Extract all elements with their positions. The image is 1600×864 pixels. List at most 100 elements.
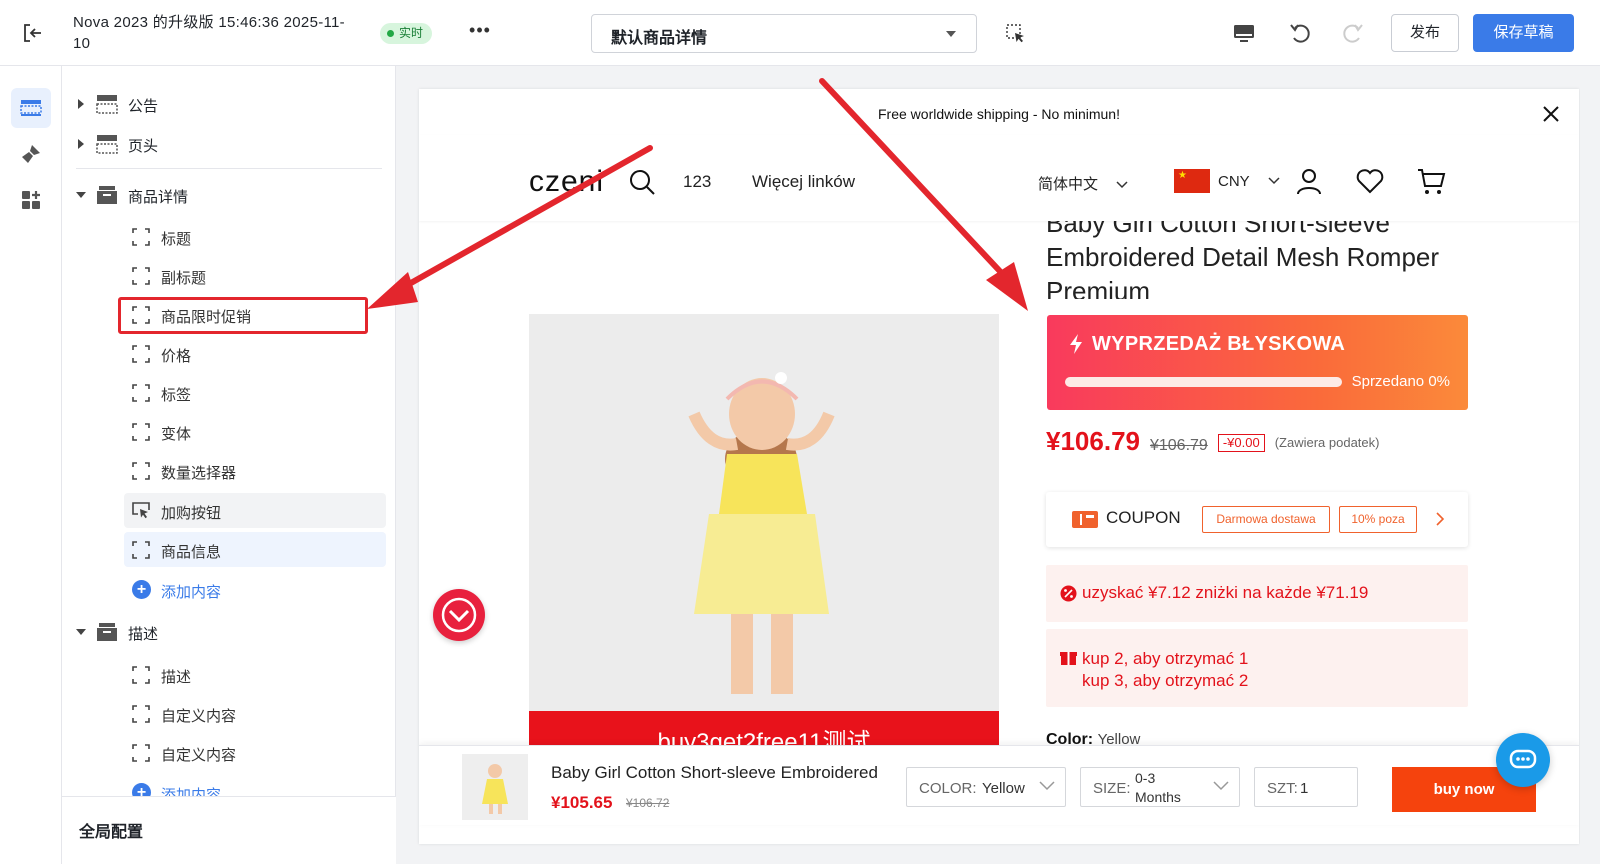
- tree-block-custom-content[interactable]: 自定义内容: [124, 696, 386, 731]
- coupon-card[interactable]: COUPON Darmowa dostawa 10% poza: [1046, 492, 1468, 547]
- add-content-button[interactable]: + 添加内容: [124, 572, 386, 607]
- chevron-down-icon: [946, 31, 956, 37]
- sticky-size-select[interactable]: SIZE: 0-3 Months: [1080, 767, 1240, 807]
- tree-block-tags[interactable]: 标签: [124, 375, 386, 410]
- tree-block-custom-content-2[interactable]: 自定义内容: [124, 735, 386, 770]
- tree-block-description[interactable]: 描述: [124, 657, 386, 692]
- undo-icon[interactable]: [1287, 20, 1313, 46]
- product-photo-baby: [529, 314, 999, 714]
- price-row: ¥106.79 ¥106.79 -¥0.00 (Zawiera podatek): [1046, 426, 1379, 462]
- sticky-size-value-2: Months: [1135, 789, 1181, 805]
- block-frame-icon: [132, 384, 150, 402]
- product-image[interactable]: buy3get2free11测试: [529, 314, 999, 764]
- tree-block-label: 标签: [161, 387, 192, 404]
- tree-divider: [76, 168, 382, 169]
- currency-value: CNY: [1218, 172, 1250, 190]
- gift-deal-line-2: kup 3, aby otrzymać 2: [1082, 671, 1249, 690]
- sticky-product-name: Baby Girl Cotton Short-sleeve Embroidere…: [551, 763, 878, 782]
- sticky-color-select[interactable]: COLOR: Yellow: [906, 767, 1066, 807]
- tree-block-variants[interactable]: 变体: [124, 414, 386, 449]
- currency-select[interactable]: ★ CNY: [1174, 168, 1280, 194]
- tree-block-label: 变体: [161, 426, 192, 443]
- add-content-label: 添加内容: [161, 584, 222, 601]
- tree-block-title[interactable]: 标题: [124, 219, 386, 254]
- china-flag-icon: ★: [1174, 169, 1210, 193]
- wishlist-heart-icon[interactable]: [1355, 166, 1385, 196]
- store-preview-canvas: Free worldwide shipping - No minimun! cz…: [419, 89, 1579, 844]
- discount-badge: -¥0.00: [1217, 434, 1265, 452]
- section-block-icon: [96, 135, 118, 154]
- expand-arrow-icon[interactable]: [78, 99, 84, 109]
- sticky-size-value-1: 0-3: [1135, 770, 1156, 786]
- tree-block-quantity[interactable]: 数量选择器: [124, 453, 386, 488]
- close-icon[interactable]: [1541, 104, 1561, 124]
- more-options-button[interactable]: •••: [468, 21, 492, 44]
- live-status-label: 实时: [399, 26, 424, 40]
- element-select-icon[interactable]: [1006, 24, 1026, 44]
- left-icon-rail: [0, 66, 62, 864]
- announcement-bar: Free worldwide shipping - No minimun!: [878, 106, 1120, 122]
- block-frame-icon: [132, 744, 150, 762]
- page-template-select[interactable]: 默认商品详情: [591, 14, 977, 53]
- redo-icon[interactable]: [1340, 20, 1366, 46]
- store-header: czeni 123 Więcej linków 简体中文 ★ CNY: [419, 135, 1579, 221]
- sticky-color-label: COLOR:: [919, 780, 977, 797]
- tree-block-product-info[interactable]: 商品信息: [124, 532, 386, 567]
- flash-sale-title: WYPRZEDAŻ BŁYSKOWA: [1092, 333, 1346, 355]
- canvas-scroll-gutter: [1580, 66, 1600, 864]
- save-draft-button[interactable]: 保存草稿: [1473, 14, 1574, 52]
- sold-progress-bar: [1065, 377, 1342, 387]
- nav-link-123[interactable]: 123: [683, 172, 711, 192]
- discount-deal-box: uzyskać ¥7.12 zniżki na każde ¥71.19: [1046, 565, 1468, 622]
- floating-heart-button[interactable]: [433, 589, 485, 641]
- tree-block-label: 描述: [161, 669, 192, 686]
- lightning-icon: [1070, 334, 1082, 354]
- collapse-arrow-icon[interactable]: [76, 629, 86, 635]
- publish-button[interactable]: 发布: [1391, 14, 1459, 52]
- block-frame-icon: [132, 345, 150, 363]
- tree-block-subtitle[interactable]: 副标题: [124, 258, 386, 293]
- tree-section-label: 页头: [128, 138, 159, 155]
- discount-badge-icon: [1060, 585, 1077, 602]
- sticky-qty-value: 1: [1300, 780, 1309, 797]
- sticky-quantity-input[interactable]: SZT: 1: [1254, 767, 1358, 807]
- language-select[interactable]: 简体中文: [1038, 173, 1128, 194]
- expand-arrow-icon[interactable]: [78, 139, 84, 149]
- collapse-arrow-icon[interactable]: [76, 192, 86, 198]
- sticky-product-thumbnail: [462, 754, 528, 820]
- gift-icon: [1060, 652, 1077, 665]
- section-archive-icon: [97, 623, 117, 641]
- tree-section-label: 商品详情: [128, 189, 189, 206]
- store-logo[interactable]: czeni: [529, 165, 604, 199]
- tree-section-description[interactable]: 描述: [62, 614, 396, 650]
- coupon-tag-free-shipping[interactable]: Darmowa dostawa: [1202, 506, 1330, 533]
- theme-brush-icon: [22, 145, 40, 163]
- annotation-highlight-box: [118, 297, 368, 334]
- global-config-button[interactable]: 全局配置: [62, 796, 396, 864]
- exit-editor-icon[interactable]: [20, 20, 46, 46]
- chat-support-button[interactable]: [1496, 733, 1550, 787]
- rail-theme-button[interactable]: [11, 134, 51, 174]
- tree-block-price[interactable]: 价格: [124, 336, 386, 371]
- search-icon[interactable]: [628, 168, 656, 196]
- desktop-preview-icon[interactable]: [1231, 20, 1257, 46]
- tree-block-label: 数量选择器: [161, 465, 237, 482]
- tree-block-add-to-cart[interactable]: 加购按钮: [124, 493, 386, 528]
- plus-circle-icon: +: [132, 580, 151, 599]
- sections-icon: [20, 100, 42, 116]
- tree-block-label: 自定义内容: [161, 708, 237, 725]
- chevron-right-icon[interactable]: [1435, 512, 1445, 526]
- product-thumbnail-image: [462, 754, 528, 820]
- rail-apps-button[interactable]: [11, 180, 51, 220]
- coupon-tag-10-off[interactable]: 10% poza: [1339, 506, 1417, 533]
- cart-icon[interactable]: [1416, 166, 1446, 196]
- tree-section-announcement[interactable]: 公告: [62, 86, 396, 122]
- tree-section-header[interactable]: 页头: [62, 126, 396, 162]
- account-icon[interactable]: [1294, 166, 1324, 196]
- rail-sections-button[interactable]: [11, 88, 51, 128]
- nav-link-more[interactable]: Więcej linków: [752, 172, 855, 192]
- flash-sale-block[interactable]: WYPRZEDAŻ BŁYSKOWA Sprzedano 0%: [1047, 315, 1468, 410]
- sticky-size-label: SIZE:: [1093, 780, 1131, 797]
- section-block-icon: [96, 95, 118, 114]
- tree-section-product-detail[interactable]: 商品详情: [62, 177, 396, 213]
